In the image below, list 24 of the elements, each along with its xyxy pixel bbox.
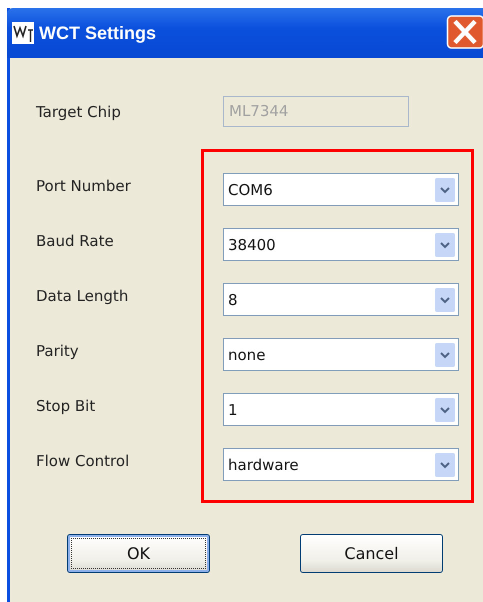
dropdown[interactable]: 8 xyxy=(223,283,459,316)
chevron-down-icon xyxy=(435,398,455,422)
window-title: WCT Settings xyxy=(39,22,156,44)
chevron-down-icon xyxy=(435,178,455,202)
field-label: Stop Bit xyxy=(36,396,96,417)
dropdown[interactable]: COM6 xyxy=(223,173,459,206)
chevron-down-icon xyxy=(435,232,455,256)
field-label: Target Chip xyxy=(36,102,122,120)
field-label: Data Length xyxy=(36,286,130,307)
dropdown[interactable]: 38400 xyxy=(223,228,459,261)
app-icon xyxy=(12,22,34,44)
field-label: Parity xyxy=(36,341,80,362)
dropdown[interactable]: none xyxy=(223,338,459,371)
chevron-down-icon xyxy=(435,452,455,476)
dropdown[interactable]: hardware xyxy=(223,448,459,481)
chevron-down-icon xyxy=(435,342,455,366)
dialog-button[interactable]: OK xyxy=(67,534,210,573)
field-label: Flow Control xyxy=(36,451,130,472)
dialog-button[interactable]: Cancel xyxy=(300,534,443,573)
field-label: Port Number xyxy=(36,176,132,197)
dropdown[interactable]: 1 xyxy=(223,393,459,426)
chevron-down-icon xyxy=(435,288,455,312)
field-label: Baud Rate xyxy=(36,231,115,252)
close-icon[interactable] xyxy=(446,15,483,49)
